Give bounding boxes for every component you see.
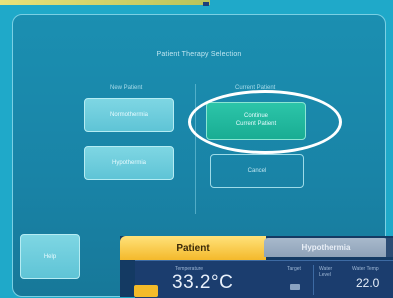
top-highlight-bar [0,0,210,5]
top-marker [203,2,209,6]
water-level-label: Water Level [319,266,332,278]
water-temp-value: 22.0 [356,276,380,290]
new-patient-label: New Patient [110,85,143,91]
tab-edge [386,238,393,257]
tab-patient[interactable]: Patient [120,236,266,260]
water-temp-label: Water Temp [352,266,379,272]
water-label-line2: Level [319,272,331,278]
page-title: Patient Therapy Selection [156,51,242,58]
target-label: Target [287,266,301,272]
cancel-button[interactable]: Cancel [210,154,304,188]
tab-hypothermia[interactable]: Hypothermia [264,238,388,257]
probe-icon [290,284,300,290]
hypothermia-button[interactable]: Hypothermia [84,146,174,180]
normothermia-button[interactable]: Normothermia [84,98,174,132]
column-divider [195,84,196,214]
help-button[interactable]: Help [20,234,80,279]
temperature-value: 33.2°C [172,272,234,293]
status-indicator [134,285,158,297]
highlight-circle [188,90,342,154]
readout-separator [313,265,314,295]
